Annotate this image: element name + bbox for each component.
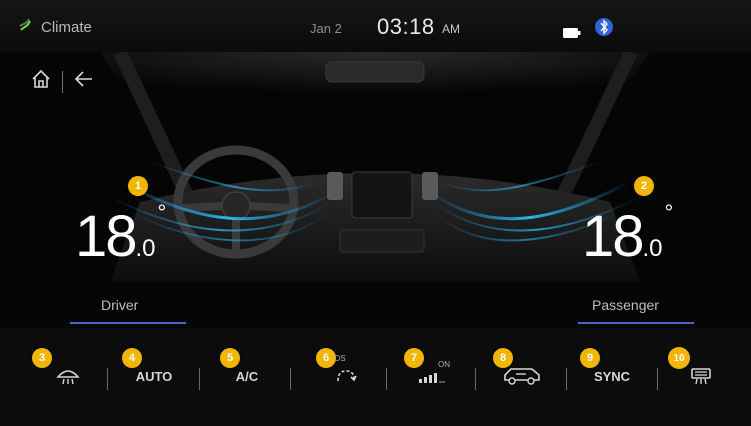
- passenger-temperature[interactable]: 18.0°: [582, 202, 673, 266]
- control-divider: [566, 368, 567, 390]
- status-bar: Climate Jan 2 03:18 AM: [0, 0, 751, 52]
- car-air-intake-button[interactable]: [498, 362, 546, 390]
- driver-degree-symbol: °: [157, 200, 167, 225]
- battery-icon: [563, 25, 581, 43]
- front-defrost-button[interactable]: [50, 362, 86, 390]
- clock-time: 03:18: [377, 14, 435, 39]
- control-divider: [475, 368, 476, 390]
- control-divider: [386, 368, 387, 390]
- rear-defrost-icon: [691, 368, 711, 385]
- climate-controls-bar: 3 4 AUTO 5 A/C 6 OS 7 ON 8 9 SYNC 10: [0, 328, 751, 426]
- fan-speed-button[interactable]: ON: [404, 360, 460, 390]
- fan-on-label: ON: [438, 360, 450, 369]
- badge-1: 1: [128, 176, 148, 196]
- fan-speed-icon: [419, 373, 445, 383]
- passenger-temp-decimal: .0: [642, 235, 663, 262]
- car-air-intake-icon: [504, 368, 540, 385]
- control-divider: [290, 368, 291, 390]
- date: Jan 2: [310, 21, 342, 36]
- passenger-label: Passenger: [592, 297, 659, 313]
- sync-button[interactable]: SYNC: [588, 362, 636, 390]
- driver-temp-main: 18: [75, 204, 137, 269]
- rear-defrost-button[interactable]: [684, 362, 718, 390]
- front-defrost-icon: [56, 370, 80, 385]
- climate-icon: [18, 17, 34, 37]
- air-recirculation-button[interactable]: OS: [328, 354, 364, 390]
- bluetooth-icon: [593, 16, 615, 43]
- air-recirculation-icon: [337, 370, 357, 382]
- badge-3: 3: [32, 348, 52, 368]
- control-divider: [107, 368, 108, 390]
- driver-temp-decimal: .0: [135, 235, 156, 262]
- control-divider: [199, 368, 200, 390]
- passenger-temp-main: 18: [582, 204, 644, 269]
- driver-underline: [70, 322, 186, 324]
- app-title: Climate: [18, 17, 92, 37]
- control-divider: [657, 368, 658, 390]
- passenger-degree-symbol: °: [664, 200, 674, 225]
- ac-button[interactable]: A/C: [229, 362, 265, 390]
- badge-2: 2: [634, 176, 654, 196]
- driver-temperature[interactable]: 18.0°: [75, 202, 166, 266]
- climate-screen: Climate Jan 2 03:18 AM 1 18.0° Driver 2 …: [0, 0, 751, 426]
- clock-ampm: AM: [442, 22, 460, 36]
- driver-label: Driver: [101, 297, 139, 313]
- passenger-underline: [578, 322, 694, 324]
- app-title-text: Climate: [41, 18, 92, 36]
- auto-button[interactable]: AUTO: [130, 362, 178, 390]
- recirc-os-label: OS: [334, 354, 346, 363]
